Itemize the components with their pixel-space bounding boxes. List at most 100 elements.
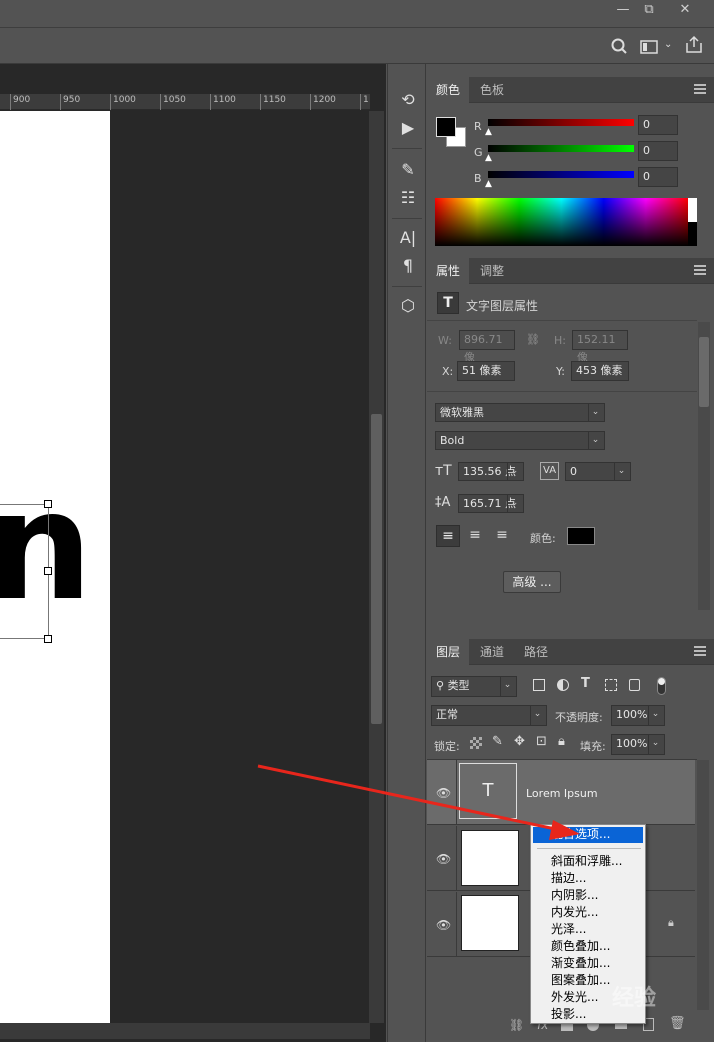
font-size-select[interactable]: 135.56 点 ⌄ [458, 462, 524, 481]
menu-item-gradient-overlay[interactable]: 渐变叠加... [551, 955, 610, 972]
panel-menu-icon[interactable] [694, 646, 706, 656]
3d-cube-icon[interactable]: ⬡ [396, 294, 420, 318]
channel-g-slider[interactable] [488, 145, 634, 152]
tab-properties[interactable]: 属性 [427, 258, 470, 284]
x-field[interactable]: 51 像素 [457, 361, 515, 381]
transform-handle[interactable] [44, 500, 52, 508]
menu-item-inner-glow[interactable]: 内发光... [551, 904, 598, 921]
slider-handle-icon[interactable]: ▲ [485, 127, 492, 137]
lock-position-move-icon[interactable]: ✥ [514, 734, 525, 749]
text-color-swatch[interactable] [567, 527, 595, 545]
channel-g-field[interactable]: 0 [638, 141, 678, 161]
properties-scroll-thumb[interactable] [699, 337, 709, 407]
channel-g-label: G [474, 146, 483, 159]
workspace-icon[interactable] [640, 39, 660, 55]
paragraph-icon[interactable]: ¶ [396, 254, 420, 278]
layer-name[interactable]: Lorem Ipsum [526, 787, 598, 800]
menu-item-pattern-overlay[interactable]: 图案叠加... [551, 972, 610, 989]
restore-button[interactable]: ⧉ [632, 0, 666, 22]
filter-type-icon[interactable]: T [581, 676, 590, 691]
leading-select[interactable]: 165.71 点 ⌄ [458, 494, 524, 513]
lock-pixels-brush-icon[interactable]: ✎ [492, 734, 503, 749]
spectrum-white-chip[interactable] [688, 198, 697, 222]
menu-item-blending-options[interactable]: 混合选项... [551, 826, 610, 843]
panel-menu-icon[interactable] [694, 84, 706, 94]
channel-r-slider[interactable] [488, 119, 634, 126]
channel-r-field[interactable]: 0 [638, 115, 678, 135]
visibility-eye-icon[interactable]: 👁︎ [436, 787, 452, 799]
divider [456, 892, 457, 957]
brush-settings-icon[interactable]: ✎ [396, 158, 420, 182]
foreground-color-swatch[interactable] [436, 117, 456, 137]
tab-layers[interactable]: 图层 [427, 639, 470, 665]
blend-mode-select[interactable]: 正常 ⌄ [431, 705, 547, 726]
spectrum-black-chip[interactable] [688, 222, 697, 246]
chevron-down-icon: ⌄ [648, 706, 662, 725]
tab-adjustments[interactable]: 调整 [471, 258, 513, 284]
visibility-eye-icon[interactable]: 👁︎ [436, 919, 452, 931]
panel-menu-icon[interactable] [694, 265, 706, 275]
link-icon[interactable]: ⛓ [526, 333, 540, 346]
tab-swatches[interactable]: 色板 [471, 77, 513, 103]
font-style-select[interactable]: Bold ⌄ [435, 431, 605, 450]
history-icon[interactable]: ⟲ [396, 88, 420, 112]
horizontal-scrollbar[interactable] [0, 1023, 370, 1039]
tab-paths[interactable]: 路径 [515, 639, 557, 665]
layers-panel-tabs: 图层 通道 路径 [427, 639, 714, 665]
opacity-select[interactable]: 100% ⌄ [611, 705, 665, 726]
filter-smart-object-icon[interactable] [629, 679, 640, 691]
share-icon[interactable] [684, 35, 704, 55]
character-icon[interactable]: A| [396, 226, 420, 250]
adjustments-icon[interactable]: ☷ [396, 186, 420, 210]
chevron-down-icon: ⌄ [588, 432, 602, 449]
chevron-down-icon[interactable]: ⌄ [664, 39, 674, 53]
filter-pixel-icon[interactable] [533, 679, 545, 691]
menu-item-satin[interactable]: 光泽... [551, 921, 586, 938]
lock-transparent-icon[interactable] [470, 737, 482, 749]
menu-item-color-overlay[interactable]: 颜色叠加... [551, 938, 610, 955]
tracking-select[interactable]: 0 ⌄ [565, 462, 631, 481]
ruler-tick: 1150 [260, 94, 286, 110]
transform-bounding-box[interactable] [0, 504, 49, 639]
filter-adjustment-icon[interactable] [557, 679, 569, 691]
layers-scrollbar[interactable] [697, 760, 709, 1010]
menu-item-inner-shadow[interactable]: 内阴影... [551, 887, 598, 904]
layer-filter-select[interactable]: ⚲ 类型 ⌄ [431, 676, 517, 697]
layer-row-text[interactable]: 👁︎ T Lorem Ipsum [427, 760, 695, 825]
menu-item-stroke[interactable]: 描边... [551, 870, 586, 887]
filter-shape-icon[interactable] [605, 679, 617, 691]
actions-play-icon[interactable]: ▶ [396, 116, 420, 140]
color-spectrum[interactable] [435, 198, 688, 246]
width-field[interactable]: 896.71 像 [459, 330, 515, 364]
h-label: H: [554, 334, 566, 347]
transform-handle[interactable] [44, 567, 52, 575]
visibility-eye-icon[interactable]: 👁︎ [436, 853, 452, 865]
tab-channels[interactable]: 通道 [471, 639, 513, 665]
slider-handle-icon[interactable]: ▲ [485, 153, 492, 163]
align-right-icon[interactable]: ≡ [490, 525, 514, 547]
search-icon[interactable] [610, 37, 628, 55]
channel-b-field[interactable]: 0 [638, 167, 678, 187]
transform-handle[interactable] [44, 635, 52, 643]
lock-artboard-icon[interactable]: ⊡ [536, 734, 547, 749]
align-center-icon[interactable]: ≡ [463, 525, 487, 547]
trash-icon[interactable]: 🗑︎ [669, 1016, 686, 1031]
divider [392, 286, 422, 287]
advanced-button[interactable]: 高级 ... [503, 571, 561, 593]
slider-handle-icon[interactable]: ▲ [485, 179, 492, 189]
tab-color[interactable]: 颜色 [427, 77, 470, 103]
w-label: W: [438, 334, 452, 347]
fill-select[interactable]: 100% ⌄ [611, 734, 665, 755]
y-field[interactable]: 453 像素 [571, 361, 629, 381]
menu-item-drop-shadow[interactable]: 投影... [551, 1006, 586, 1023]
close-button[interactable]: ✕ [668, 0, 702, 22]
link-layers-icon[interactable]: ⛓ [509, 1018, 524, 1032]
height-field[interactable]: 152.11 像 [572, 330, 628, 364]
lock-all-icon[interactable]: 🔒︎ [558, 734, 565, 749]
vertical-scroll-thumb[interactable] [371, 414, 382, 724]
menu-item-outer-glow[interactable]: 外发光... [551, 989, 598, 1006]
menu-item-bevel-emboss[interactable]: 斜面和浮雕... [551, 853, 622, 870]
font-family-select[interactable]: 微软雅黑 ⌄ [435, 403, 605, 422]
channel-b-slider[interactable] [488, 171, 634, 178]
align-left-icon[interactable]: ≡ [436, 525, 460, 547]
